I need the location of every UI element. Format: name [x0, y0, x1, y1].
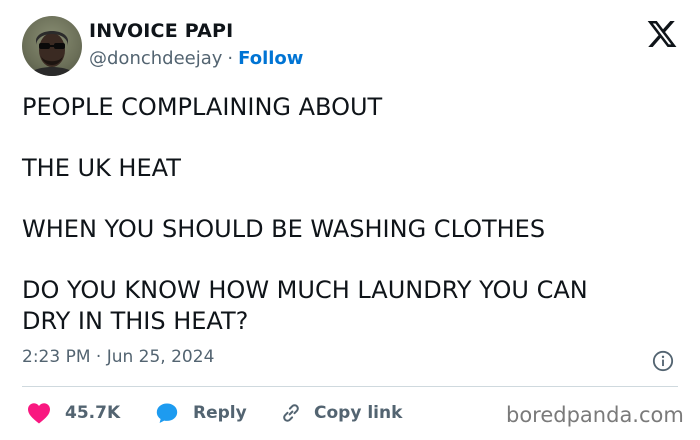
handle-row: @donchdeejay · Follow: [89, 48, 303, 69]
tweet-line: THE UK HEAT: [22, 154, 181, 182]
x-logo-icon[interactable]: [645, 18, 679, 50]
like-count: 45.7K: [65, 403, 121, 423]
follow-button[interactable]: Follow: [238, 48, 303, 69]
copy-link-label: Copy link: [314, 403, 403, 423]
like-button[interactable]: 45.7K: [27, 400, 120, 426]
tweet-text: PEOPLE COMPLAINING ABOUT THE UK HEAT WHE…: [22, 92, 682, 337]
divider: [22, 386, 678, 387]
display-name[interactable]: INVOICE PAPI: [89, 20, 233, 42]
copy-link-button[interactable]: Copy link: [280, 400, 402, 426]
tweet-card: INVOICE PAPI @donchdeejay · Follow PEOPLE …: [0, 0, 700, 440]
reply-button[interactable]: Reply: [155, 400, 247, 426]
handle-separator: ·: [227, 48, 234, 69]
user-handle[interactable]: @donchdeejay: [89, 48, 222, 69]
tweet-line: DRY IN THIS HEAT?: [22, 307, 249, 335]
tweet-timestamp[interactable]: 2:23 PM · Jun 25, 2024: [22, 347, 214, 367]
tweet-line: DO YOU KNOW HOW MUCH LAUNDRY YOU CAN: [22, 276, 588, 304]
tweet-line: WHEN YOU SHOULD BE WASHING CLOTHES: [22, 215, 546, 243]
link-icon: [283, 404, 299, 422]
avatar-image: [28, 31, 76, 76]
reply-label: Reply: [193, 403, 247, 423]
speech-bubble-icon: [156, 403, 178, 423]
heart-icon: [28, 403, 50, 424]
watermark: boredpanda.com: [506, 403, 684, 427]
tweet-line: PEOPLE COMPLAINING ABOUT: [22, 93, 383, 121]
info-icon[interactable]: [652, 350, 674, 372]
avatar[interactable]: [22, 16, 82, 76]
